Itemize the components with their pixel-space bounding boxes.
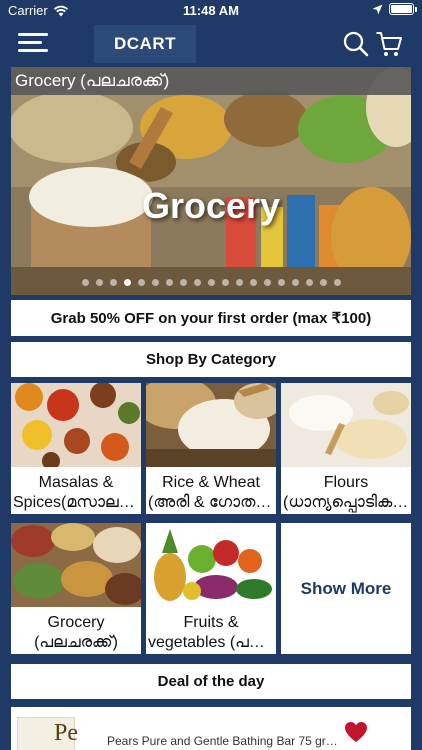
shop-by-category-title: Shop By Category xyxy=(145,351,277,368)
category-tile-rice-wheat[interactable]: Rice & Wheat (അരി & ഗോതമ്പ്) xyxy=(146,383,276,514)
category-label: Masalas & Spices(മസാലക… xyxy=(11,473,141,513)
category-label-line1: Masalas & xyxy=(38,474,114,491)
spices-photo xyxy=(11,383,141,467)
show-more-tile[interactable]: Show More xyxy=(281,523,411,654)
battery-icon xyxy=(389,3,417,15)
page-dot[interactable] xyxy=(207,279,215,286)
deal-of-the-day-header: Deal of the day xyxy=(11,664,411,699)
page-dot[interactable] xyxy=(151,279,159,286)
category-tile-fruits-vegetables[interactable]: Fruits & vegetables (പഴ… xyxy=(146,523,276,654)
fruits-photo xyxy=(146,523,276,607)
page-dot[interactable] xyxy=(235,279,243,286)
deal-of-the-day-title: Deal of the day xyxy=(157,673,265,690)
category-label: Grocery (പലചരക്ക്) xyxy=(11,613,141,653)
product-image-brand: Pe xyxy=(54,720,78,746)
menu-button[interactable] xyxy=(18,30,52,56)
cart-icon[interactable] xyxy=(375,30,403,58)
show-more-label: Show More xyxy=(300,578,392,598)
category-label-line2: vegetables (പഴ… xyxy=(148,634,274,651)
category-label: Flours (ധാന്യപ്പൊടികൾ) xyxy=(281,473,411,513)
page-dot[interactable] xyxy=(263,279,271,286)
menu-line-icon xyxy=(18,49,48,52)
status-bar: Carrier 11:48 AM xyxy=(0,0,422,22)
logo-text: DCART xyxy=(114,34,176,53)
banner-center-text: Grocery xyxy=(141,185,281,226)
category-tile-masalas[interactable]: Masalas & Spices(മസാലക… xyxy=(11,383,141,514)
banner-title: Grocery (പലചരക്ക്) xyxy=(11,67,411,95)
category-label-line1: Fruits & xyxy=(183,614,239,631)
category-label-line2: (ധാന്യപ്പൊടികൾ) xyxy=(283,494,409,511)
category-label-line2: Spices(മസാലക… xyxy=(13,494,139,511)
page-dot[interactable] xyxy=(249,279,257,286)
page-dot[interactable] xyxy=(319,279,327,286)
promo-text: Grab 50% OFF on your first order (max ₹1… xyxy=(50,310,372,327)
promo-banner[interactable]: Grab 50% OFF on your first order (max ₹1… xyxy=(11,300,411,336)
page-dot[interactable] xyxy=(221,279,229,286)
category-label-line2: (പലചരക്ക്) xyxy=(34,634,118,651)
page-dot[interactable] xyxy=(109,279,117,286)
category-tile-flours[interactable]: Flours (ധാന്യപ്പൊടികൾ) xyxy=(281,383,411,514)
grocery-banner-image xyxy=(11,67,411,295)
banner-carousel[interactable]: Grocery (പലചരക്ക്) Grocery xyxy=(11,67,411,295)
nav-bar: DCART xyxy=(0,22,422,66)
menu-line-icon xyxy=(18,41,42,44)
clock: 11:48 AM xyxy=(183,3,239,18)
page-dot[interactable] xyxy=(193,279,201,286)
category-label-line1: Flours xyxy=(323,474,369,491)
page-dot[interactable] xyxy=(333,279,341,286)
category-label: Rice & Wheat (അരി & ഗോതമ്പ്) xyxy=(146,473,276,513)
heart-icon[interactable] xyxy=(344,721,368,743)
product-image: Pe xyxy=(17,717,78,750)
menu-line-icon xyxy=(18,33,48,36)
page-dot[interactable] xyxy=(291,279,299,286)
category-label-line1: Rice & Wheat xyxy=(162,474,260,491)
grocery-photo xyxy=(11,523,141,607)
shop-by-category-header: Shop By Category xyxy=(11,342,411,377)
category-tile-grocery[interactable]: Grocery (പലചരക്ക്) xyxy=(11,523,141,654)
product-name: Pears Pure and Gentle Bathing Bar 75 gr… xyxy=(107,734,338,748)
page-dot[interactable] xyxy=(179,279,187,286)
rice-photo xyxy=(146,383,276,467)
battery-fill xyxy=(391,5,412,13)
page-dot[interactable] xyxy=(165,279,173,286)
page-dot[interactable] xyxy=(277,279,285,286)
page-dot[interactable] xyxy=(305,279,313,286)
deal-product-card[interactable]: Pe Pears Pure and Gentle Bathing Bar 75 … xyxy=(11,707,411,750)
page-dot[interactable] xyxy=(123,279,131,286)
category-label-line2: (അരി & ഗോതമ്പ്) xyxy=(148,494,274,511)
search-icon[interactable] xyxy=(342,30,370,58)
category-label-line1: Grocery xyxy=(47,614,105,631)
category-label: Fruits & vegetables (പഴ… xyxy=(146,613,276,653)
flour-photo xyxy=(281,383,411,467)
status-right xyxy=(372,3,417,15)
page-dot[interactable] xyxy=(137,279,145,286)
app-logo: DCART xyxy=(94,25,196,63)
location-arrow-icon xyxy=(372,4,383,14)
page-indicator[interactable] xyxy=(11,279,411,286)
page-dot[interactable] xyxy=(95,279,103,286)
page-dot[interactable] xyxy=(81,279,89,286)
